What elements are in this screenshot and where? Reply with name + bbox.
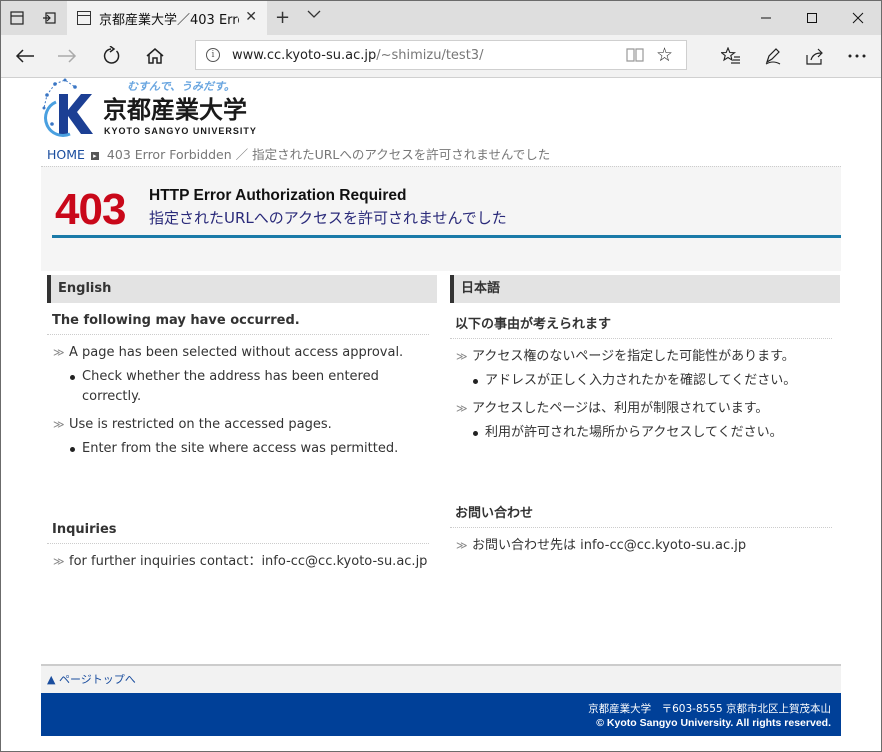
page-content: むすんで、うみだす。 京都産業大学 KYOTO SANGYO UNIVERSIT…	[1, 78, 881, 751]
list-item: ≫ for further inquiries contact：info-cc@…	[47, 552, 437, 572]
maximize-icon[interactable]	[789, 1, 835, 35]
browser-window: 京都産業大学／403 Error ✕ + i www.cc.kyoto-su.a…	[0, 0, 882, 752]
svg-text:京都産業大学: 京都産業大学	[103, 96, 247, 124]
refresh-icon[interactable]	[91, 35, 131, 77]
minimize-icon[interactable]	[743, 1, 789, 35]
address-bar[interactable]: i www.cc.kyoto-su.ac.jp/~shimizu/test3/ …	[195, 40, 687, 70]
japanese-inquiries-heading: お問い合わせ	[450, 492, 832, 528]
english-inquiries: Inquiries ≫ for further inquiries contac…	[47, 512, 437, 572]
japanese-inquiries: お問い合わせ ≫ お問い合わせ先は info-cc@cc.kyoto-su.ac…	[450, 492, 840, 556]
chevron-right-icon: ≫	[53, 346, 65, 359]
list-item: 利用が許可された場所からアクセスしてください。	[450, 423, 840, 443]
list-item: ≫ アクセス権のないページを指定した可能性があります。	[450, 347, 840, 367]
breadcrumb-arrow-icon: ▸	[90, 152, 99, 160]
tab-actions-icon[interactable]	[1, 1, 33, 35]
japanese-subheading: 以下の事由が考えられます	[450, 303, 832, 339]
english-header: English	[47, 275, 437, 303]
error-code: 403	[55, 185, 126, 234]
tab-preview-chevron-icon[interactable]	[307, 8, 321, 23]
error-title-en: HTTP Error Authorization Required	[149, 187, 407, 204]
site-info-icon[interactable]: i	[206, 48, 220, 62]
list-item: Enter from the site where access was per…	[47, 439, 437, 459]
list-item: ≫ お問い合わせ先は info-cc@cc.kyoto-su.ac.jp	[450, 536, 840, 556]
chevron-right-icon: ≫	[53, 418, 65, 431]
svg-text:KYOTO SANGYO UNIVERSITY: KYOTO SANGYO UNIVERSITY	[104, 126, 257, 136]
tab-bar: 京都産業大学／403 Error ✕ +	[1, 1, 881, 35]
page-favicon-icon	[77, 11, 91, 25]
english-column: English The following may have occurred.…	[47, 275, 437, 459]
tab-title: 京都産業大学／403 Error	[99, 12, 239, 28]
error-banner: 403 HTTP Error Authorization Required 指定…	[41, 166, 841, 271]
breadcrumb-current: 403 Error Forbidden ／ 指定されたURLへのアクセスを許可さ…	[106, 147, 551, 162]
list-item: ≫ Use is restricted on the accessed page…	[47, 415, 437, 435]
nav-bar: i www.cc.kyoto-su.ac.jp/~shimizu/test3/ …	[1, 35, 881, 78]
home-icon[interactable]	[135, 35, 175, 77]
close-window-icon[interactable]	[835, 1, 881, 35]
new-tab-icon[interactable]: +	[275, 7, 290, 28]
favorites-list-icon[interactable]	[711, 35, 751, 77]
share-icon[interactable]	[795, 35, 835, 77]
university-logo[interactable]: むすんで、うみだす。 京都産業大学 KYOTO SANGYO UNIVERSIT…	[41, 78, 281, 138]
close-tab-icon[interactable]: ✕	[245, 9, 257, 25]
error-title-jp: 指定されたURLへのアクセスを許可されませんでした	[149, 209, 507, 227]
tab-active[interactable]: 京都産業大学／403 Error ✕	[67, 1, 267, 35]
back-icon[interactable]	[5, 35, 45, 77]
list-item: ≫ A page has been selected without acces…	[47, 343, 437, 363]
forward-icon[interactable]	[47, 35, 87, 77]
chevron-right-icon: ≫	[456, 402, 468, 415]
footer: 京都産業大学 〒603-8555 京都市北区上賀茂本山 © Kyoto Sang…	[41, 693, 841, 736]
svg-text:むすんで、うみだす。: むすんで、うみだす。	[127, 80, 235, 93]
english-inquiries-heading: Inquiries	[47, 512, 429, 544]
list-item: ≫ アクセスしたページは、利用が制限されています。	[450, 399, 840, 419]
list-item: アドレスが正しく入力されたかを確認してください。	[450, 371, 840, 391]
english-subheading: The following may have occurred.	[47, 303, 429, 335]
address-url[interactable]: www.cc.kyoto-su.ac.jp/~shimizu/test3/	[232, 48, 483, 63]
chevron-right-icon: ≫	[456, 350, 468, 363]
footer-copyright: © Kyoto Sangyo University. All rights re…	[596, 717, 831, 729]
page-top-link[interactable]: ▲ ページトップへ	[41, 664, 841, 693]
japanese-column: 日本語 以下の事由が考えられます ≫ アクセス権のないページを指定した可能性があ…	[450, 275, 840, 443]
breadcrumb: HOME ▸ 403 Error Forbidden ／ 指定されたURLへのアクセ…	[47, 144, 550, 163]
chevron-right-icon: ≫	[456, 539, 468, 552]
reading-view-icon[interactable]	[626, 47, 644, 67]
chevron-right-icon: ≫	[53, 555, 65, 568]
japanese-header: 日本語	[450, 275, 840, 303]
pen-notes-icon[interactable]	[753, 35, 793, 77]
more-menu-icon[interactable]	[837, 35, 877, 77]
banner-divider	[52, 235, 841, 238]
breadcrumb-home-link[interactable]: HOME	[47, 147, 85, 162]
footer-address: 京都産業大学 〒603-8555 京都市北区上賀茂本山	[588, 703, 831, 715]
favorite-star-icon[interactable]: ☆	[656, 44, 673, 66]
set-aside-tabs-icon[interactable]	[33, 1, 65, 35]
list-item: Check whether the address has been enter…	[47, 367, 437, 407]
